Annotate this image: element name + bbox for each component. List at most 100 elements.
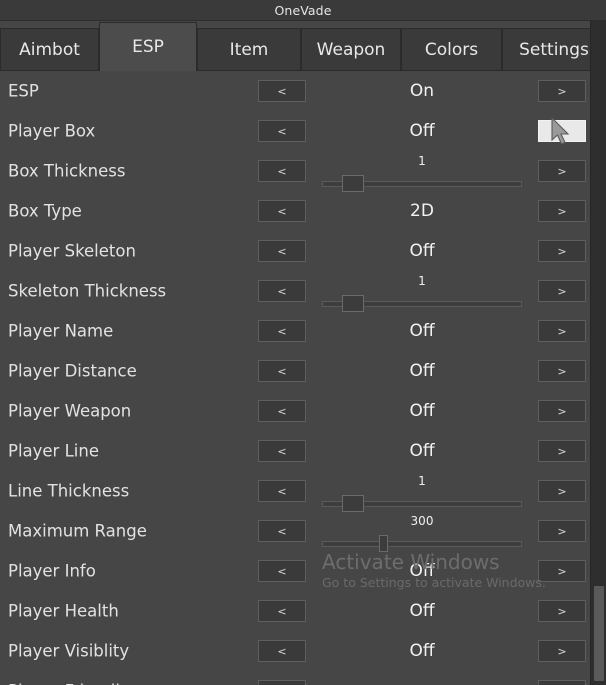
- option-label: Player Friendly: [8, 682, 130, 685]
- option-label: Box Type: [8, 201, 82, 221]
- slider-control[interactable]: [322, 175, 522, 192]
- option-row: Player Info < > Off: [0, 551, 590, 591]
- option-label: Player Line: [8, 441, 99, 461]
- decrement-button[interactable]: <: [258, 480, 306, 502]
- increment-button[interactable]: >: [538, 600, 586, 622]
- title-bar: OneVade: [0, 0, 606, 21]
- increment-button[interactable]: >: [538, 320, 586, 342]
- option-value: 2D: [410, 201, 434, 221]
- option-value: Off: [409, 321, 435, 341]
- tab-label: Colors: [424, 39, 479, 60]
- option-row: Player Skeleton < > Off: [0, 231, 590, 271]
- slider-value-label: 1: [418, 474, 426, 488]
- tab-aimbot[interactable]: Aimbot: [0, 28, 99, 71]
- option-label: Player Info: [8, 561, 96, 581]
- decrement-button[interactable]: <: [258, 80, 306, 102]
- tab-label: Weapon: [316, 39, 386, 60]
- option-label: Player Weapon: [8, 401, 132, 421]
- increment-button[interactable]: >: [538, 120, 586, 142]
- tab-esp[interactable]: ESP: [99, 22, 197, 71]
- slider-track: [322, 541, 522, 547]
- increment-button[interactable]: >: [538, 480, 586, 502]
- option-row: Player Distance < > Off: [0, 351, 590, 391]
- tab-label: Settings: [519, 39, 589, 60]
- tab-label: ESP: [132, 37, 164, 57]
- tab-colors[interactable]: Colors: [401, 28, 502, 71]
- decrement-button[interactable]: <: [258, 200, 306, 222]
- decrement-button[interactable]: <: [258, 240, 306, 262]
- option-row: Player Name < > Off: [0, 311, 590, 351]
- increment-button[interactable]: >: [538, 360, 586, 382]
- option-row: Line Thickness < >1: [0, 471, 590, 512]
- increment-button[interactable]: >: [538, 520, 586, 542]
- tab-label: Item: [229, 39, 269, 60]
- tab-label: Aimbot: [19, 39, 80, 60]
- option-row: Skeleton Thickness < >1: [0, 271, 590, 312]
- option-value: On: [409, 81, 435, 101]
- scrollbar-thumb[interactable]: [594, 586, 604, 681]
- onevade-window: OneVade Aimbot ESP Item Weapon Colors Setting…: [0, 0, 606, 685]
- window-title: OneVade: [274, 2, 332, 18]
- option-value: Off: [409, 641, 435, 661]
- option-label: Line Thickness: [8, 481, 130, 501]
- option-row: Player Friendly < >: [0, 671, 590, 685]
- decrement-button[interactable]: <: [258, 160, 306, 182]
- option-label: Player Health: [8, 601, 119, 621]
- increment-button[interactable]: >: [538, 560, 586, 582]
- option-value: Off: [409, 601, 435, 621]
- option-value: Off: [409, 441, 435, 461]
- slider-control[interactable]: [322, 295, 522, 312]
- increment-button[interactable]: >: [538, 640, 586, 662]
- decrement-button[interactable]: <: [258, 320, 306, 342]
- decrement-button[interactable]: <: [258, 640, 306, 662]
- option-label: Player Name: [8, 321, 114, 341]
- option-label: ESP: [8, 81, 39, 101]
- slider-control[interactable]: [322, 495, 522, 512]
- option-row: Player Box < > Off: [0, 111, 590, 151]
- decrement-button[interactable]: <: [258, 360, 306, 382]
- increment-button[interactable]: >: [538, 160, 586, 182]
- tab-bar: Aimbot ESP Item Weapon Colors Settings: [0, 21, 606, 71]
- tab-item[interactable]: Item: [197, 28, 301, 71]
- decrement-button[interactable]: <: [258, 520, 306, 542]
- vertical-scrollbar[interactable]: [590, 21, 606, 685]
- increment-button[interactable]: >: [538, 80, 586, 102]
- decrement-button[interactable]: <: [258, 680, 306, 685]
- increment-button[interactable]: >: [538, 400, 586, 422]
- option-row: Maximum Range < >300: [0, 511, 590, 552]
- increment-button[interactable]: >: [538, 240, 586, 262]
- slider-control[interactable]: [322, 535, 522, 552]
- option-row: Player Health < > Off: [0, 591, 590, 631]
- tab-weapon[interactable]: Weapon: [301, 28, 401, 71]
- decrement-button[interactable]: <: [258, 600, 306, 622]
- option-row: Player Visiblity < > Off: [0, 631, 590, 671]
- option-row: Box Thickness < >1: [0, 151, 590, 192]
- increment-button[interactable]: >: [538, 440, 586, 462]
- slider-handle[interactable]: [342, 495, 364, 512]
- increment-button[interactable]: >: [538, 200, 586, 222]
- option-value: Off: [409, 241, 435, 261]
- increment-button[interactable]: >: [538, 680, 586, 685]
- decrement-button[interactable]: <: [258, 560, 306, 582]
- decrement-button[interactable]: <: [258, 280, 306, 302]
- slider-handle[interactable]: [379, 535, 388, 552]
- slider-handle[interactable]: [342, 175, 364, 192]
- esp-options-list: ESP<>OnPlayer Box<>OffBox Thickness<>1Bo…: [0, 71, 590, 685]
- option-label: Skeleton Thickness: [8, 281, 167, 301]
- option-row: Player Line < > Off: [0, 431, 590, 471]
- slider-value-label: 1: [418, 154, 426, 168]
- slider-value-label: 1: [418, 274, 426, 288]
- slider-handle[interactable]: [342, 295, 364, 312]
- decrement-button[interactable]: <: [258, 400, 306, 422]
- option-label: Player Visiblity: [8, 641, 130, 661]
- option-value: Off: [409, 121, 435, 141]
- decrement-button[interactable]: <: [258, 120, 306, 142]
- decrement-button[interactable]: <: [258, 440, 306, 462]
- option-label: Player Box: [8, 121, 96, 141]
- option-row: ESP < > On: [0, 71, 590, 111]
- option-label: Player Distance: [8, 361, 137, 381]
- option-label: Maximum Range: [8, 521, 147, 541]
- increment-button[interactable]: >: [538, 280, 586, 302]
- option-row: Player Weapon < > Off: [0, 391, 590, 431]
- option-row: Box Type < >2D: [0, 191, 590, 231]
